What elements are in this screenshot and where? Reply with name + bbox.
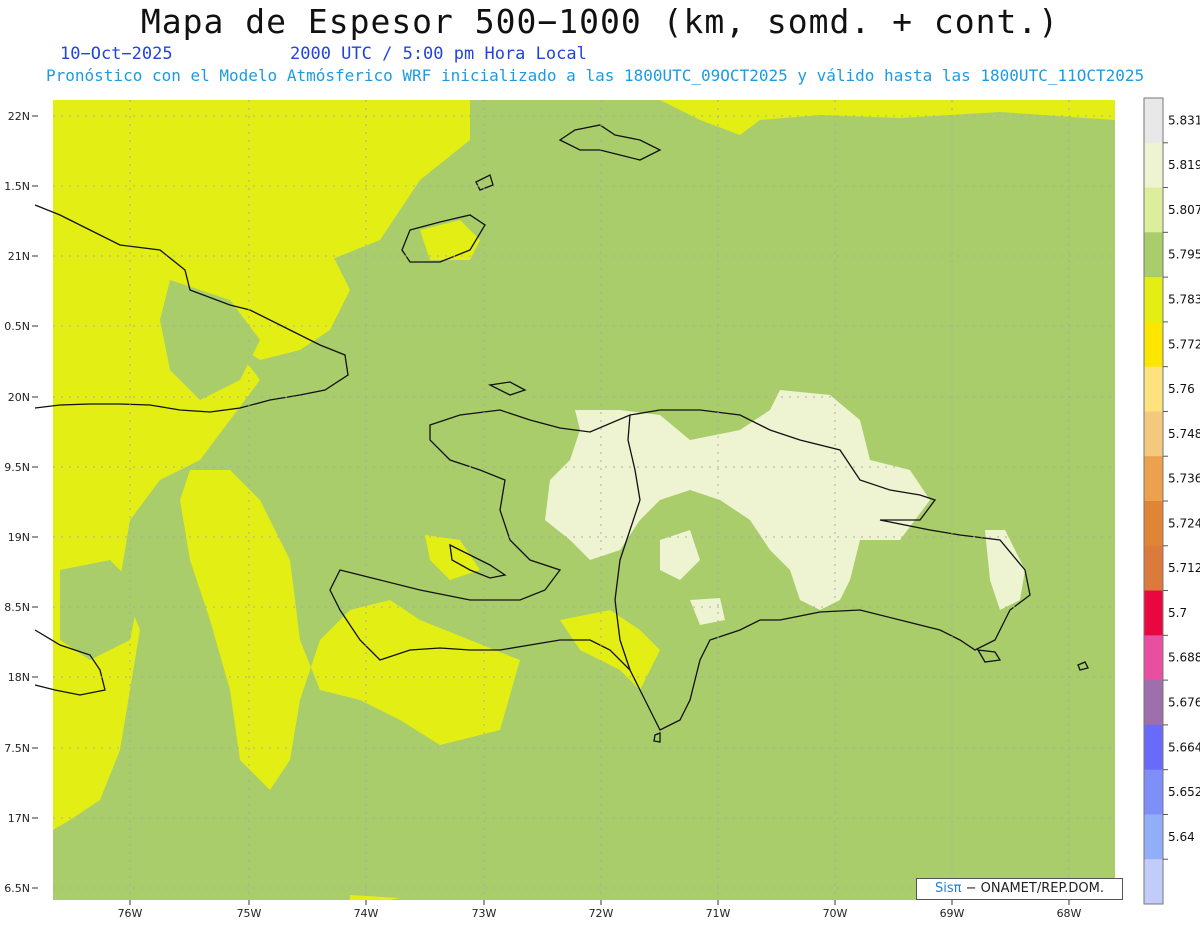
- lon-label: 68W: [1057, 907, 1082, 920]
- lat-label: 0.5N: [4, 320, 30, 333]
- credit-badge: Sisπ − ONAMET/REP.DOM.: [916, 878, 1123, 900]
- lon-label: 73W: [472, 907, 497, 920]
- colorbar-label: 5.664: [1168, 740, 1200, 754]
- lat-label: 6.5N: [4, 882, 30, 895]
- colorbar-swatch: [1144, 501, 1163, 547]
- colorbar-label: 5.819: [1168, 158, 1200, 172]
- colorbar-label: 5.772: [1168, 337, 1200, 351]
- colorbar-swatch: [1144, 187, 1163, 233]
- latitude-axis: 22N 1.5N 21N 0.5N 20N 9.5N 19N 8.5N 18N …: [4, 110, 38, 895]
- colorbar-swatch: [1144, 680, 1163, 726]
- colorbar-swatch: [1144, 724, 1163, 771]
- lat-label: 8.5N: [4, 601, 30, 614]
- colorbar-swatch: [1144, 142, 1163, 189]
- colorbar-swatch: [1144, 859, 1163, 905]
- colorbar-label: 5.64: [1168, 830, 1195, 844]
- lat-label: 21N: [8, 250, 30, 263]
- colorbar-label: 5.652: [1168, 785, 1200, 799]
- lon-label: 72W: [589, 907, 614, 920]
- colorbar-label: 5.7: [1168, 606, 1187, 620]
- lon-label: 76W: [118, 907, 143, 920]
- colorbar-label: 5.748: [1168, 427, 1200, 441]
- lat-label: 1.5N: [4, 180, 30, 193]
- lon-label: 71W: [706, 907, 731, 920]
- colorbar-label: 5.76: [1168, 382, 1195, 396]
- colorbar-swatch: [1144, 366, 1163, 412]
- colorbar-label: 5.831: [1168, 113, 1200, 127]
- colorbar-swatch: [1144, 411, 1163, 457]
- colorbar-label: 5.724: [1168, 516, 1200, 530]
- colorbar: 5.831 5.819 5.807 5.795 5.783 5.772 5.76 5.748 5…: [1143, 97, 1200, 905]
- colorbar-label: 5.783: [1168, 293, 1200, 307]
- colorbar-swatch: [1144, 814, 1163, 860]
- colorbar-swatch: [1144, 98, 1163, 144]
- lat-label: 7.5N: [4, 742, 30, 755]
- colorbar-swatch: [1144, 456, 1163, 502]
- colorbar-swatch: [1144, 321, 1163, 368]
- colorbar-swatch: [1144, 277, 1163, 323]
- colorbar-label: 5.676: [1168, 696, 1200, 710]
- colorbar-swatch: [1144, 769, 1163, 815]
- lat-label: 9.5N: [4, 461, 30, 474]
- colorbar-label: 5.795: [1168, 248, 1200, 262]
- lat-label: 20N: [8, 391, 30, 404]
- lat-label: 18N: [8, 671, 30, 684]
- lon-label: 74W: [354, 907, 379, 920]
- onamet-org: − ONAMET/REP.DOM.: [965, 881, 1105, 896]
- colorbar-label: 5.688: [1168, 651, 1200, 665]
- colorbar-label: 5.736: [1168, 472, 1200, 486]
- lat-label: 17N: [8, 812, 30, 825]
- colorbar-label: 5.712: [1168, 561, 1200, 575]
- colorbar-swatch: [1144, 232, 1163, 278]
- colorbar-swatch: [1144, 545, 1163, 592]
- lat-label: 22N: [8, 110, 30, 123]
- colorbar-label: 5.807: [1168, 203, 1200, 217]
- lon-label: 69W: [940, 907, 965, 920]
- longitude-axis: 76W 75W 74W 73W 72W 71W 70W 69W 68W: [118, 900, 1082, 920]
- thickness-map: 22N 1.5N 21N 0.5N 20N 9.5N 19N 8.5N 18N …: [4, 97, 1200, 920]
- lat-label: 19N: [8, 531, 30, 544]
- lon-label: 75W: [237, 907, 262, 920]
- colorbar-swatch: [1144, 590, 1163, 636]
- colorbar-swatch: [1144, 635, 1163, 681]
- sispi-brand: Sisπ: [934, 881, 962, 896]
- lon-label: 70W: [823, 907, 848, 920]
